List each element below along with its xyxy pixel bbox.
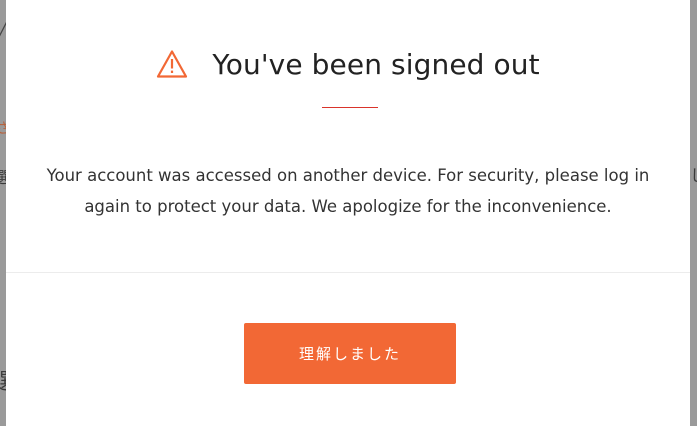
dialog-title: You've been signed out xyxy=(212,47,540,81)
dialog-title-row: You've been signed out xyxy=(6,44,690,84)
message-line: Your account was accessed on another dev… xyxy=(46,166,650,185)
title-underline xyxy=(322,107,378,108)
background-text-fragment: し xyxy=(690,168,697,184)
dialog-divider xyxy=(6,272,690,273)
warning-triangle-icon xyxy=(156,49,188,79)
signed-out-dialog: You've been signed out Your account was … xyxy=(6,0,690,426)
dialog-message: Your account was accessed on another dev… xyxy=(46,160,650,222)
understood-button[interactable]: 理解しました xyxy=(244,323,456,384)
dialog-body: You've been signed out Your account was … xyxy=(6,0,690,272)
message-line: again to protect your data. We apologize… xyxy=(84,197,612,216)
